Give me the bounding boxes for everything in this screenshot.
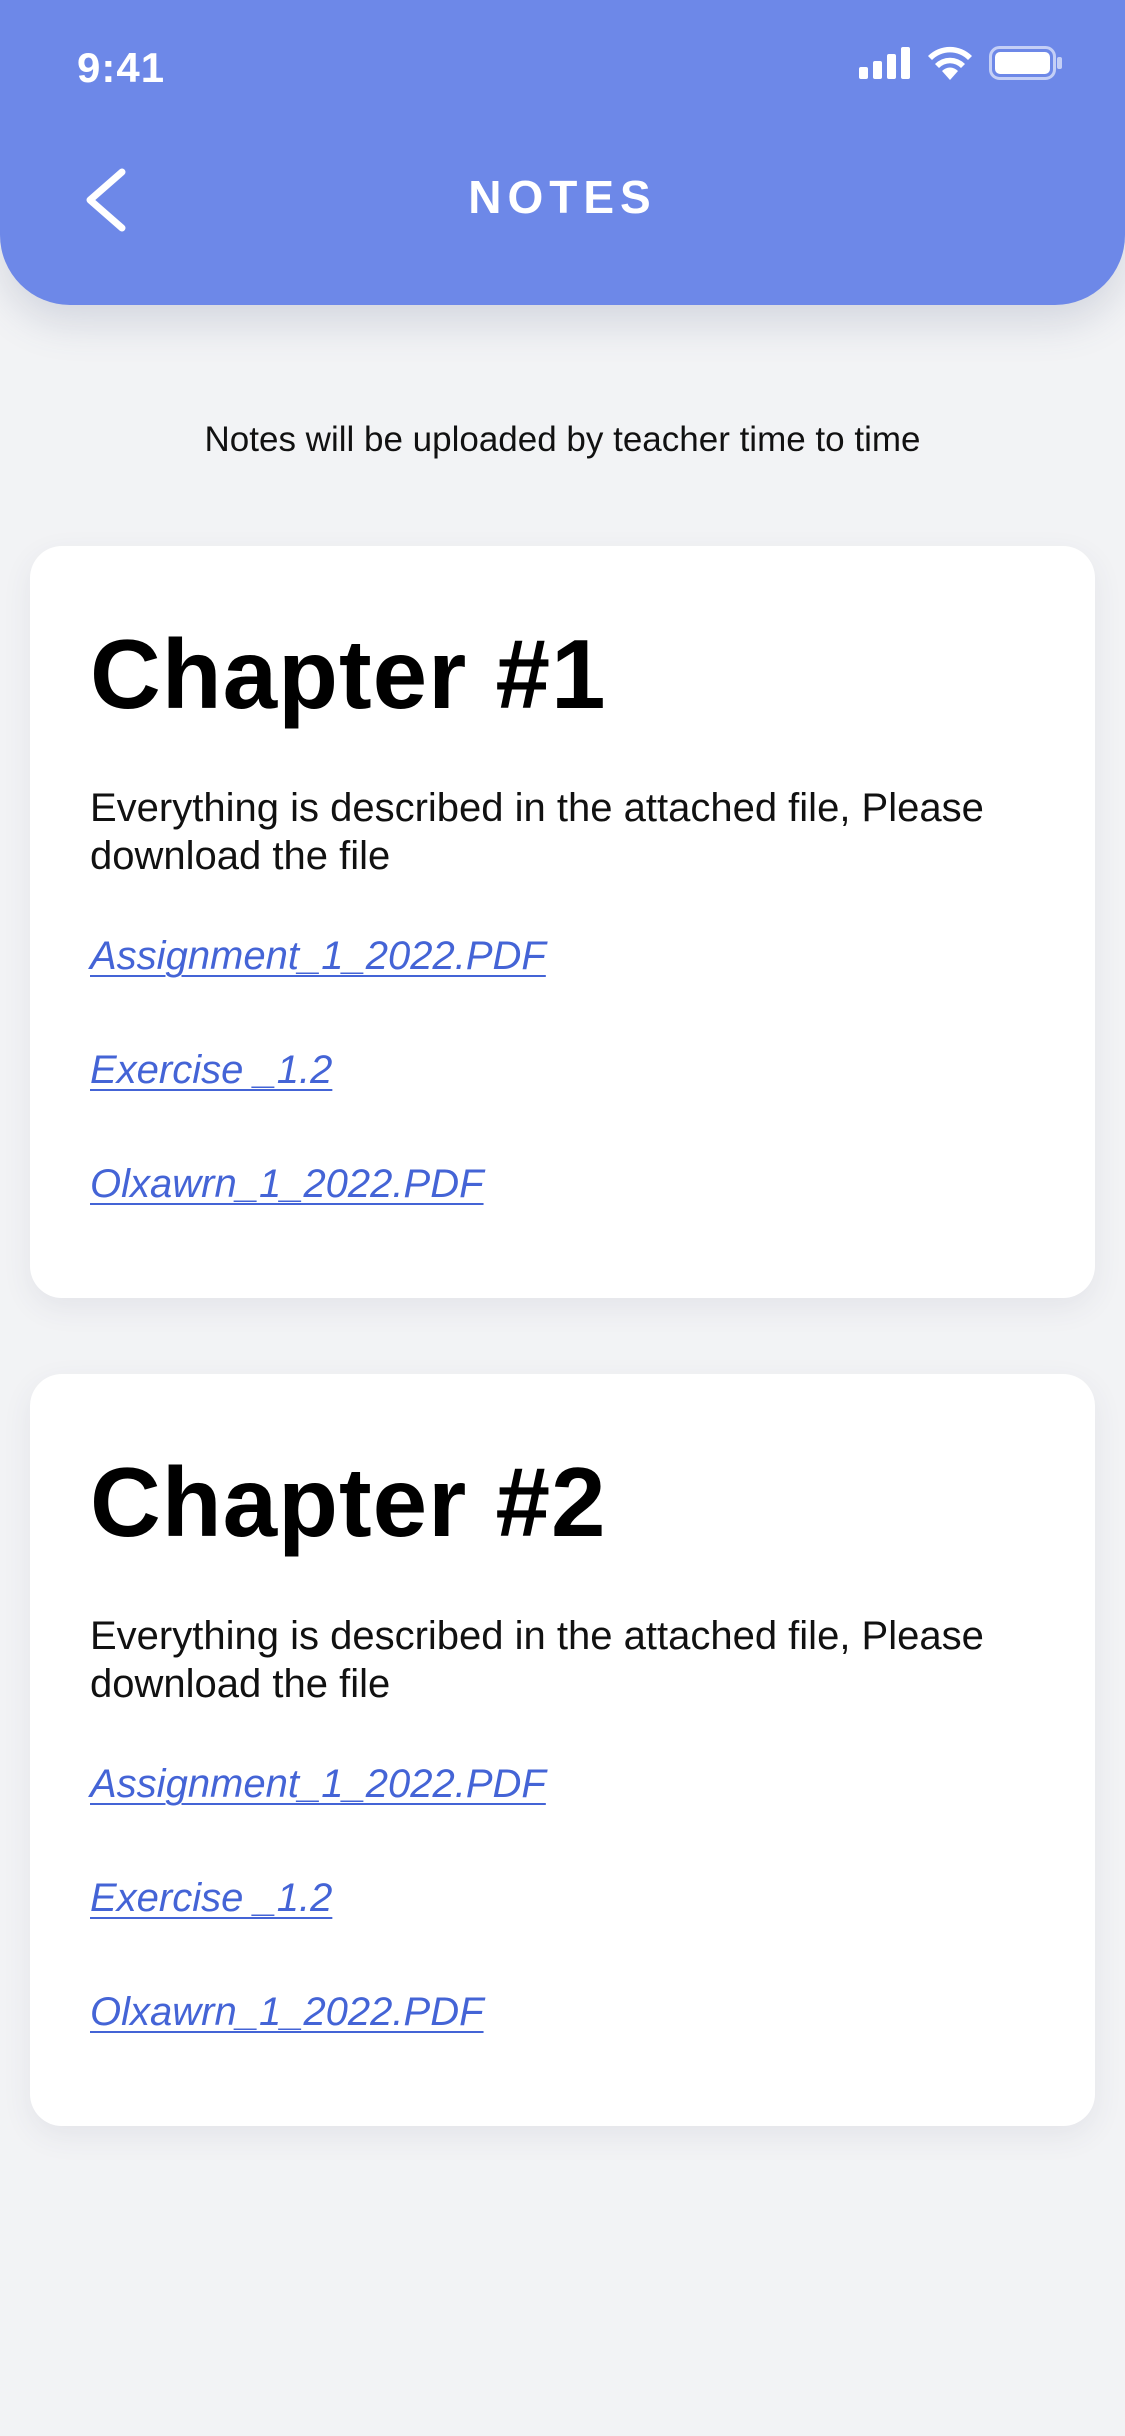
file-link[interactable]: Assignment_1_2022.PDF [90, 934, 546, 979]
page-title: NOTES [468, 171, 657, 223]
chapter-title: Chapter #2 [90, 1447, 607, 1557]
file-link[interactable]: Exercise _1.2 [90, 1048, 332, 1093]
status-icons [859, 46, 1063, 80]
file-link[interactable]: Olxawrn_1_2022.PDF [90, 1990, 484, 2035]
file-link[interactable]: Exercise _1.2 [90, 1876, 332, 1921]
app-header: 9:41 NOTES [0, 0, 1125, 305]
file-link[interactable]: Assignment_1_2022.PDF [90, 1762, 546, 1807]
status-time: 9:41 [77, 44, 166, 91]
chapter-title: Chapter #1 [90, 619, 607, 729]
chapter-description: Everything is described in the attached … [90, 786, 984, 878]
chapter-description: Everything is described in the attached … [90, 1614, 984, 1706]
notes-info-text: Notes will be uploaded by teacher time t… [204, 420, 921, 459]
signal-icon [859, 47, 910, 79]
wifi-icon [928, 46, 972, 80]
chapter-card: Chapter #2 Everything is described in th… [30, 1374, 1095, 2126]
battery-icon [989, 46, 1062, 80]
file-link[interactable]: Olxawrn_1_2022.PDF [90, 1162, 484, 1207]
chapter-card: Chapter #1 Everything is described in th… [30, 546, 1095, 1298]
